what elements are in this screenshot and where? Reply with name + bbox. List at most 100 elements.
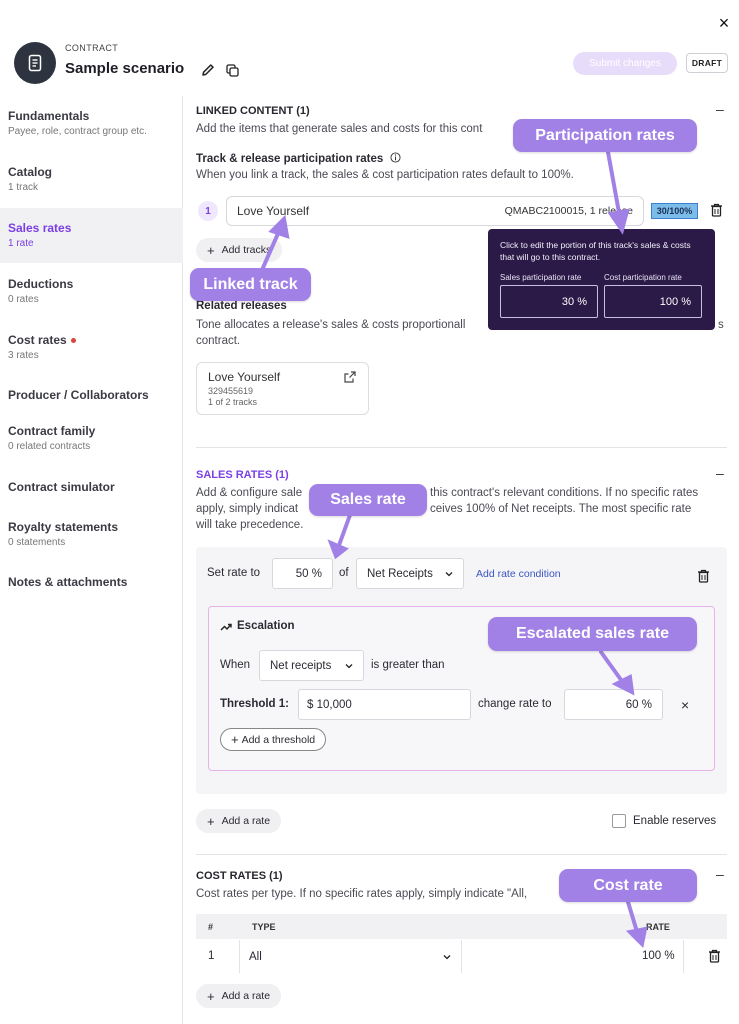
escalation-basis-value: Net receipts bbox=[270, 659, 332, 672]
sidebar-item-sub: 0 rates bbox=[8, 294, 39, 305]
add-tracks-label: Add tracks bbox=[221, 244, 272, 256]
trash-icon[interactable] bbox=[697, 569, 710, 583]
sidebar-item-label: Contract family bbox=[8, 424, 96, 438]
plus-icon: + bbox=[207, 988, 215, 1004]
related-releases-heading: Related releases bbox=[196, 300, 287, 312]
enable-reserves-checkbox[interactable] bbox=[612, 814, 626, 828]
callout-linked-track: Linked track bbox=[190, 268, 311, 301]
participation-tooltip: Click to edit the portion of this track'… bbox=[488, 229, 715, 330]
duplicate-icon[interactable] bbox=[225, 63, 240, 78]
when-label: When bbox=[220, 659, 251, 671]
plus-icon: + bbox=[207, 813, 215, 829]
document-icon bbox=[28, 54, 42, 72]
participation-badge[interactable]: 30/100% bbox=[651, 203, 698, 219]
collapse-sales-icon[interactable]: – bbox=[716, 465, 724, 481]
sidebar-item-cost-rates[interactable]: Cost rates 3 rates bbox=[0, 333, 183, 361]
contract-avatar bbox=[14, 42, 56, 84]
threshold-label: Threshold 1: bbox=[220, 698, 290, 710]
linked-content-heading: LINKED CONTENT (1) bbox=[196, 105, 310, 117]
sidebar-item-sub: 1 track bbox=[8, 182, 39, 193]
track-participation-desc: When you link a track, the sales & cost … bbox=[196, 169, 574, 181]
cell-divider bbox=[683, 940, 684, 973]
sidebar-item-catalog[interactable]: Catalog 1 track bbox=[0, 165, 183, 193]
sidebar-item-sub: 0 related contracts bbox=[8, 441, 91, 452]
callout-cost-rate: Cost rate bbox=[559, 869, 697, 902]
trash-icon[interactable] bbox=[710, 203, 723, 217]
collapse-cost-icon[interactable]: – bbox=[716, 866, 724, 882]
cost-rates-heading: COST RATES (1) bbox=[196, 870, 283, 882]
greater-than-label: is greater than bbox=[371, 659, 445, 671]
sidebar: Fundamentals Payee, role, contract group… bbox=[0, 96, 183, 1024]
sidebar-item-label: Fundamentals bbox=[8, 109, 90, 123]
add-cost-rate-button[interactable]: + Add a rate bbox=[196, 984, 282, 1008]
callout-participation-rates: Participation rates bbox=[513, 119, 697, 152]
sales-desc-1b: this contract's relevant conditions. If … bbox=[430, 487, 699, 499]
escalation-basis-select[interactable]: Net receipts bbox=[259, 650, 364, 681]
submit-changes-button[interactable]: Submit changes bbox=[573, 52, 677, 75]
escalated-rate-input[interactable]: 60 % bbox=[564, 689, 663, 720]
sidebar-item-producer[interactable]: Producer / Collaborators bbox=[0, 388, 183, 402]
related-releases-desc-tail: s bbox=[718, 319, 724, 331]
sidebar-item-fundamentals[interactable]: Fundamentals Payee, role, contract group… bbox=[0, 109, 183, 137]
col-rate: RATE bbox=[646, 922, 670, 932]
release-name: Love Yourself bbox=[208, 370, 281, 384]
cost-participation-input[interactable]: 100 % bbox=[604, 285, 702, 318]
section-divider bbox=[196, 447, 727, 448]
threshold-input[interactable]: $ 10,000 bbox=[298, 689, 471, 720]
sales-desc-3: will take precedence. bbox=[196, 519, 304, 531]
remove-threshold-icon[interactable]: × bbox=[681, 697, 689, 713]
sidebar-item-label: Cost rates bbox=[8, 333, 183, 347]
sidebar-item-contract-family[interactable]: Contract family 0 related contracts bbox=[0, 424, 183, 452]
sidebar-item-label-text: Cost rates bbox=[8, 333, 67, 347]
sidebar-item-deductions[interactable]: Deductions 0 rates bbox=[0, 277, 183, 305]
close-icon[interactable]: × bbox=[714, 12, 734, 34]
track-meta: QMABC2100015, 1 release bbox=[504, 205, 633, 217]
cost-rates-desc: Cost rates per type. If no specific rate… bbox=[196, 888, 528, 900]
external-link-icon[interactable] bbox=[344, 371, 356, 383]
tooltip-text: Click to edit the portion of this track'… bbox=[500, 240, 691, 262]
row-number: 1 bbox=[198, 201, 218, 221]
add-sales-rate-button[interactable]: + Add a rate bbox=[196, 809, 282, 833]
related-releases-desc-2: contract. bbox=[196, 335, 241, 347]
sidebar-item-sub: 3 rates bbox=[8, 350, 39, 361]
track-participation-heading-text: Track & release participation rates bbox=[196, 153, 384, 165]
page-title: Sample scenario bbox=[65, 60, 185, 77]
basis-select-value: Net Receipts bbox=[367, 567, 433, 580]
add-rate-condition-link[interactable]: Add rate condition bbox=[476, 568, 561, 580]
callout-escalated-sales-rate: Escalated sales rate bbox=[488, 617, 697, 651]
info-icon[interactable] bbox=[389, 152, 401, 163]
change-rate-label: change rate to bbox=[478, 698, 552, 710]
add-tracks-button[interactable]: + Add tracks bbox=[196, 238, 283, 262]
trash-icon[interactable] bbox=[708, 949, 721, 963]
collapse-linked-icon[interactable]: – bbox=[716, 101, 724, 117]
linked-track-field[interactable]: Love Yourself QMABC2100015, 1 release bbox=[226, 196, 644, 226]
sidebar-item-notes[interactable]: Notes & attachments bbox=[0, 575, 183, 589]
sidebar-item-sub: Payee, role, contract group etc. bbox=[8, 126, 147, 137]
pencil-icon[interactable] bbox=[200, 62, 216, 78]
sales-rate-input[interactable]: 50 % bbox=[272, 558, 333, 589]
sales-participation-label: Sales participation rate bbox=[500, 273, 582, 282]
cell-divider bbox=[461, 940, 462, 973]
add-threshold-button[interactable]: + Add a threshold bbox=[220, 728, 327, 751]
col-num: # bbox=[208, 922, 214, 932]
trend-up-icon bbox=[220, 623, 232, 631]
cost-participation-label: Cost participation rate bbox=[604, 273, 682, 282]
sales-participation-input[interactable]: 30 % bbox=[500, 285, 598, 318]
sidebar-item-label: Deductions bbox=[8, 277, 74, 291]
plus-icon: + bbox=[231, 732, 239, 747]
chevron-down-icon bbox=[345, 663, 353, 668]
section-divider bbox=[196, 854, 727, 855]
sidebar-item-royalty-statements[interactable]: Royalty statements 0 statements bbox=[0, 520, 183, 548]
cost-rate-value[interactable]: 100 % bbox=[642, 950, 675, 962]
sidebar-item-sales-rates[interactable]: Sales rates 1 rate bbox=[0, 208, 183, 263]
cost-type-select[interactable]: All bbox=[249, 940, 461, 973]
release-card[interactable]: Love Yourself 329455619 1 of 2 tracks bbox=[196, 362, 369, 415]
sales-desc-1a: Add & configure sale bbox=[196, 487, 303, 499]
sidebar-item-contract-simulator[interactable]: Contract simulator bbox=[0, 480, 183, 494]
basis-select[interactable]: Net Receipts bbox=[356, 558, 464, 589]
of-label: of bbox=[339, 567, 349, 579]
status-badge: DRAFT bbox=[686, 53, 728, 73]
set-rate-label: Set rate to bbox=[207, 567, 261, 579]
sales-desc-2a: apply, simply indicat bbox=[196, 503, 299, 515]
release-tracks: 1 of 2 tracks bbox=[208, 397, 258, 407]
